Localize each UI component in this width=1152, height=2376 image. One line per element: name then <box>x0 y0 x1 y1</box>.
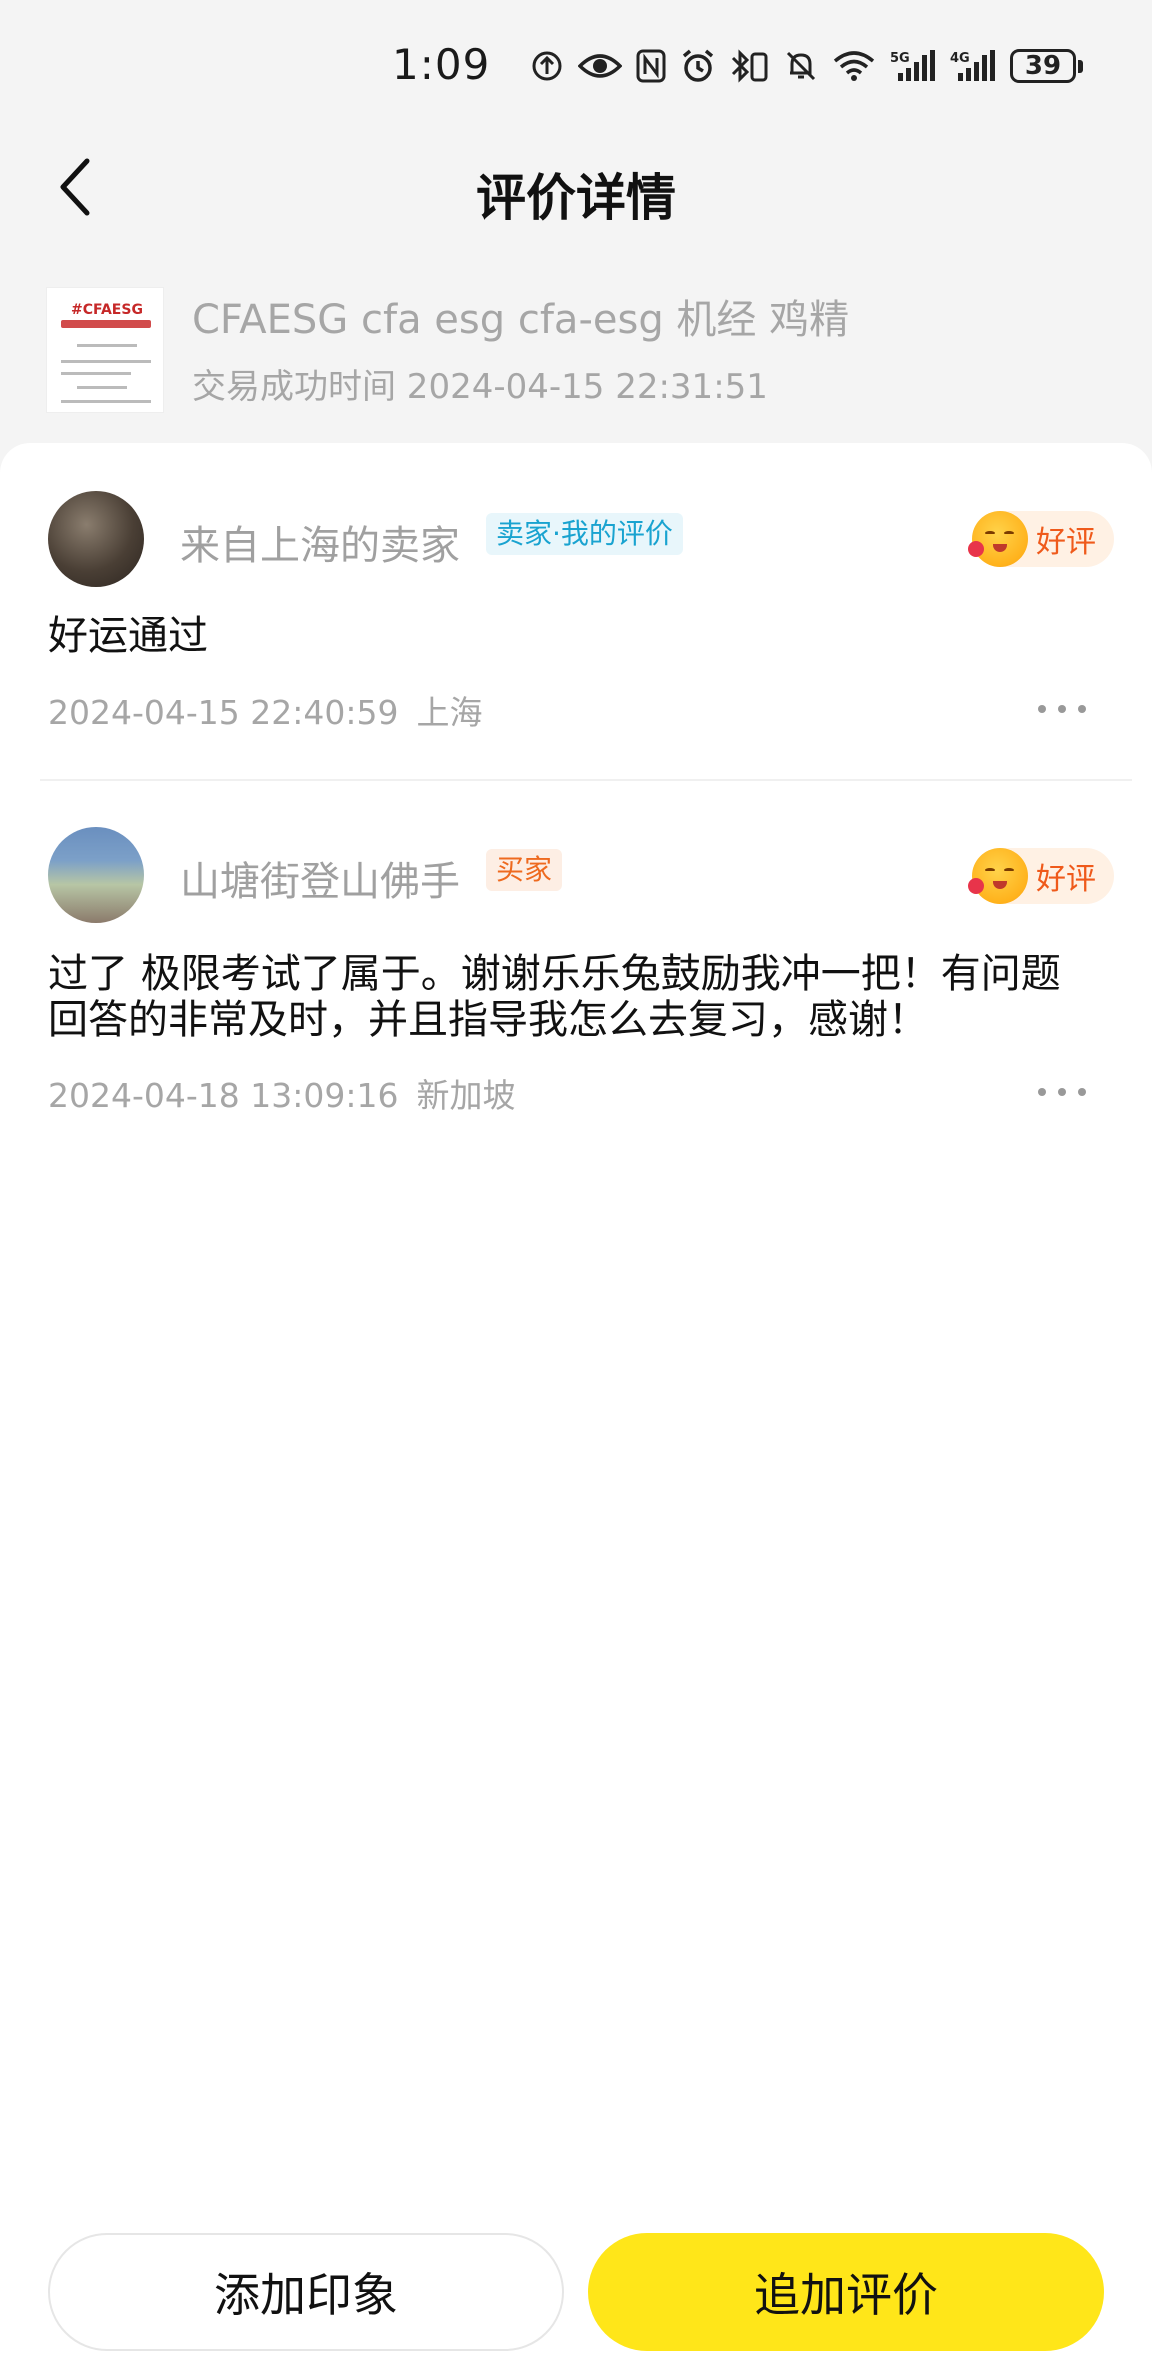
review-meta: 2024-04-15 22:40:59 上海 <box>48 686 482 734</box>
add-review-button[interactable]: 追加评价 <box>588 2233 1104 2351</box>
review-meta: 2024-04-18 13:09:16 新加坡 <box>48 1069 515 1117</box>
svg-text:4G: 4G <box>950 51 970 66</box>
dot-icon <box>1058 705 1066 713</box>
rating-badge: 好评 <box>968 511 1114 567</box>
mute-icon <box>786 51 816 81</box>
reviews-card: 来自上海的卖家 卖家·我的评价 好评 好运通过 2024-04-15 22:40… <box>0 443 1152 2376</box>
smile-emoji-icon <box>968 848 1028 904</box>
dot-icon <box>1038 705 1046 713</box>
review-date: 2024-04-15 22:40:59 <box>48 693 399 732</box>
more-options-button[interactable] <box>1038 1080 1086 1104</box>
role-tag: 卖家·我的评价 <box>486 513 683 555</box>
eye-icon <box>578 54 622 78</box>
data-saver-icon <box>532 51 562 81</box>
signal-5g-icon: 5G <box>890 50 935 81</box>
review-location: 上海 <box>416 693 483 732</box>
status-icons: 5G 4G 39 <box>530 44 1083 88</box>
more-options-button[interactable] <box>1038 697 1086 721</box>
review-text: 好运通过 <box>48 613 208 659</box>
role-tag: 买家 <box>486 849 563 891</box>
thumbnail-title: #CFAESG <box>71 302 143 318</box>
avatar[interactable] <box>48 827 144 923</box>
wifi-icon <box>833 51 875 81</box>
rating-label: 好评 <box>1036 862 1096 897</box>
bottom-action-bar: 添加印象 追加评价 <box>0 2230 1152 2356</box>
header: 评价详情 <box>0 130 1152 245</box>
avatar[interactable] <box>48 491 144 587</box>
signal-4g-icon: 4G <box>950 50 995 81</box>
product-summary[interactable]: #CFAESG CFAESG cfa esg cfa-esg 机经 鸡精 交易成… <box>0 275 1152 425</box>
product-title[interactable]: CFAESG cfa esg cfa-esg 机经 鸡精 <box>192 287 849 345</box>
alarm-icon <box>682 49 714 82</box>
page-title: 评价详情 <box>476 169 676 227</box>
reviewer-name[interactable]: 山塘街登山佛手 <box>180 849 460 907</box>
divider <box>40 779 1132 781</box>
nfc-icon <box>636 49 666 83</box>
reviewer-name[interactable]: 来自上海的卖家 <box>180 513 460 571</box>
add-impression-button[interactable]: 添加印象 <box>48 2233 564 2351</box>
battery-icon: 39 <box>1010 49 1083 83</box>
dot-icon <box>1078 705 1086 713</box>
smile-emoji-icon <box>968 511 1028 567</box>
dot-icon <box>1078 1088 1086 1096</box>
rating-label: 好评 <box>1036 525 1096 560</box>
battery-level: 39 <box>1010 49 1076 83</box>
dot-icon <box>1038 1088 1046 1096</box>
trade-time: 交易成功时间 2024-04-15 22:31:51 <box>192 367 768 407</box>
rating-badge: 好评 <box>968 848 1114 904</box>
review-date: 2024-04-18 13:09:16 <box>48 1076 399 1115</box>
svg-text:5G: 5G <box>890 51 910 66</box>
dot-icon <box>1058 1088 1066 1096</box>
review-location: 新加坡 <box>416 1076 516 1115</box>
status-time: 1:09 <box>392 40 491 89</box>
bluetooth-icon <box>731 49 768 83</box>
status-bar: 1:09 5G 4G 39 <box>0 0 1152 130</box>
review-text: 过了 极限考试了属于。谢谢乐乐兔鼓励我冲一把！有问题回答的非常及时，并且指导我怎… <box>48 951 1061 1043</box>
product-thumbnail[interactable]: #CFAESG <box>46 287 164 413</box>
